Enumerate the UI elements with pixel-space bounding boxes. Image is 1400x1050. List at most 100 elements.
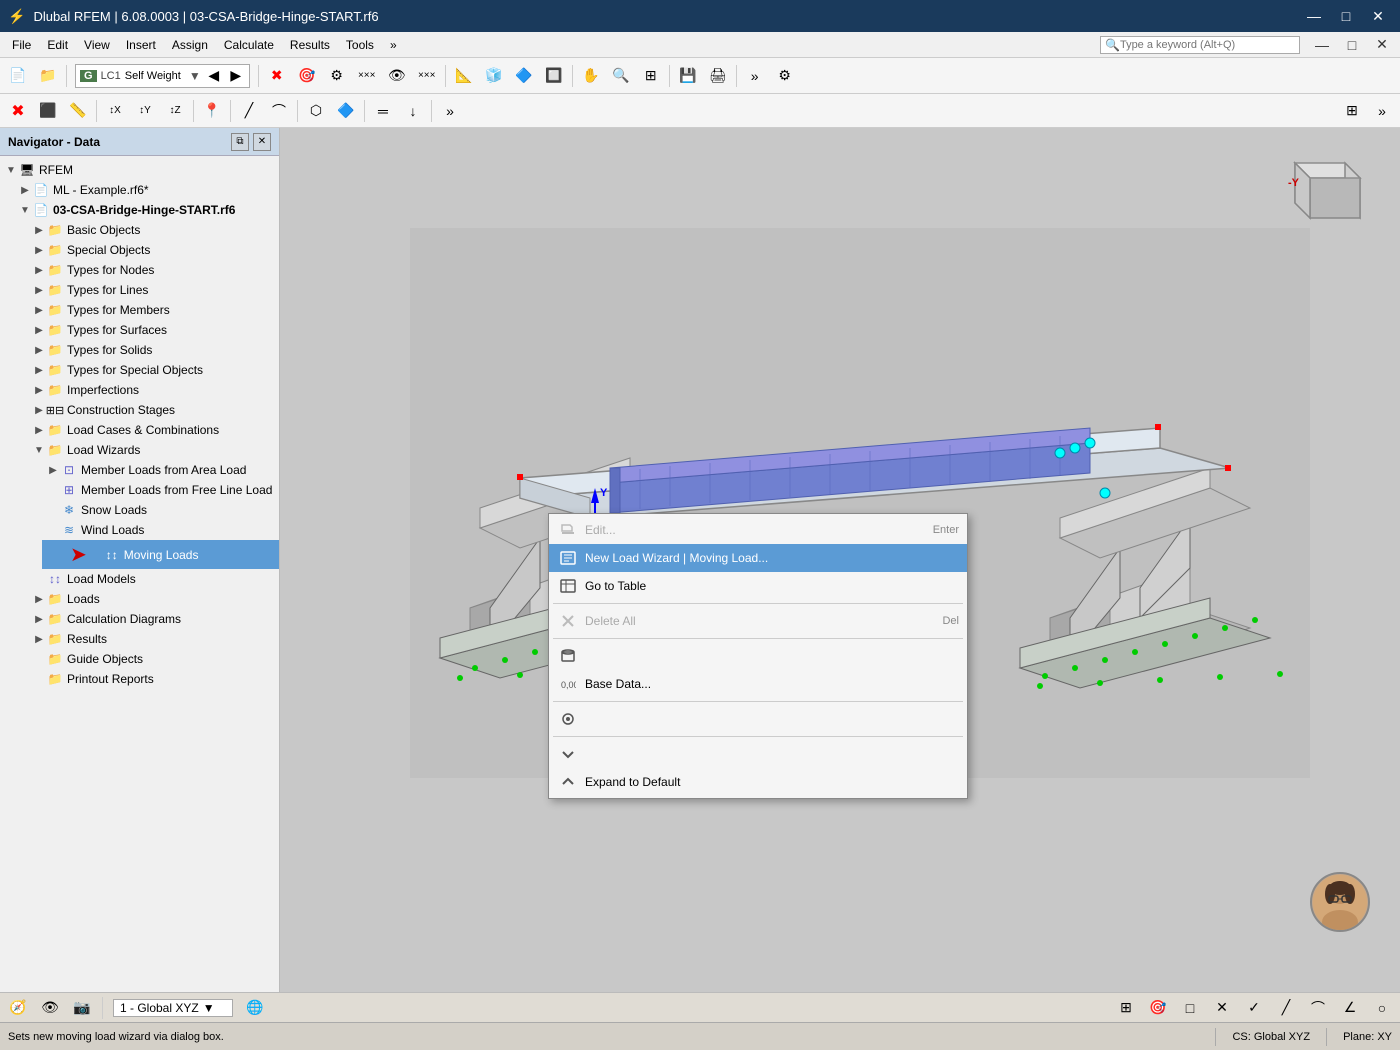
- bottom-coord-btn[interactable]: 🌐: [241, 994, 269, 1022]
- btm-line[interactable]: ╱: [1272, 994, 1300, 1022]
- tb2-node[interactable]: ⬛: [34, 97, 62, 125]
- view-area[interactable]: Y X Z: [280, 128, 1400, 992]
- tb-save[interactable]: 💾: [674, 62, 702, 90]
- tree-item-results[interactable]: ▶ 📁 Results: [28, 629, 279, 649]
- tree-item-types-surfaces[interactable]: ▶ 📁 Types for Surfaces: [28, 320, 279, 340]
- tb-more[interactable]: »: [741, 62, 769, 90]
- tree-item-basic[interactable]: ▶ 📁 Basic Objects: [28, 220, 279, 240]
- close-button[interactable]: ✕: [1364, 5, 1392, 27]
- search-box[interactable]: 🔍: [1100, 36, 1300, 54]
- tb2-z[interactable]: ↕Z: [161, 97, 189, 125]
- ctx-delete-all[interactable]: Delete All Del: [549, 607, 967, 635]
- minimize-button[interactable]: —: [1300, 5, 1328, 27]
- btm-check[interactable]: ✓: [1240, 994, 1268, 1022]
- tb2-x[interactable]: ↕X: [101, 97, 129, 125]
- tree-item-types-lines[interactable]: ▶ 📁 Types for Lines: [28, 280, 279, 300]
- menu-file[interactable]: File: [4, 35, 39, 55]
- tb2-y[interactable]: ↕Y: [131, 97, 159, 125]
- btm-grid[interactable]: ⊞: [1112, 994, 1140, 1022]
- tb-iso[interactable]: 📐: [450, 62, 478, 90]
- tb-wire[interactable]: 🔷: [510, 62, 538, 90]
- tree-item-ml[interactable]: ▶ 📄 ML - Example.rf6*: [14, 180, 279, 200]
- ctx-display-props[interactable]: [549, 705, 967, 733]
- btm-circle[interactable]: ○: [1368, 994, 1396, 1022]
- tree-item-wind-loads[interactable]: ≋ Wind Loads: [42, 520, 279, 540]
- tb-xxx2[interactable]: ×××: [413, 62, 441, 90]
- tb2-line[interactable]: 📏: [64, 97, 92, 125]
- bottom-eye-btn[interactable]: 👁: [36, 994, 64, 1022]
- ctx-goto-table[interactable]: Go to Table: [549, 572, 967, 600]
- tb-print[interactable]: 🖨: [704, 62, 732, 90]
- menu-more[interactable]: »: [382, 35, 405, 55]
- tree-item-snow-loads[interactable]: ❄ Snow Loads: [42, 500, 279, 520]
- bottom-camera-btn[interactable]: 📷: [68, 994, 96, 1022]
- tree-item-guide[interactable]: 📁 Guide Objects: [28, 649, 279, 669]
- tree-item-types-nodes[interactable]: ▶ 📁 Types for Nodes: [28, 260, 279, 280]
- btm-x[interactable]: ✕: [1208, 994, 1236, 1022]
- lc-dropdown-icon[interactable]: ▼: [189, 69, 201, 83]
- coord-dropdown[interactable]: ▼: [203, 1001, 215, 1015]
- lc-prev[interactable]: ◀: [205, 67, 223, 85]
- btm-angle[interactable]: ∠: [1336, 994, 1364, 1022]
- menu-view[interactable]: View: [76, 35, 118, 55]
- sub-maximize[interactable]: □: [1338, 34, 1366, 56]
- tb2-grid[interactable]: ⊞: [1338, 97, 1366, 125]
- tb-cancel[interactable]: ✖: [263, 62, 291, 90]
- tb-eye[interactable]: 👁: [383, 62, 411, 90]
- coord-selector[interactable]: 1 - Global XYZ ▼: [113, 999, 233, 1017]
- tb-settings[interactable]: ⚙: [771, 62, 799, 90]
- ctx-collapse-all[interactable]: Expand to Default: [549, 768, 967, 796]
- lc-selector[interactable]: G LC1 Self Weight ▼ ◀ ▶: [75, 64, 250, 88]
- tb2-curve[interactable]: ⌒: [265, 97, 293, 125]
- tree-item-moving-loads[interactable]: ➤ ↕↕ Moving Loads: [42, 540, 279, 569]
- tb-shade[interactable]: 🔲: [540, 62, 568, 90]
- tb2-line2[interactable]: ╱: [235, 97, 263, 125]
- tree-item-printout[interactable]: 📁 Printout Reports: [28, 669, 279, 689]
- tb2-loads[interactable]: ↓: [399, 97, 427, 125]
- tb-fit[interactable]: ⊞: [637, 62, 665, 90]
- tb2-more2[interactable]: »: [1368, 97, 1396, 125]
- bottom-nav-btn[interactable]: 🧭: [4, 994, 32, 1022]
- open-btn[interactable]: 📁: [34, 62, 62, 90]
- menu-results[interactable]: Results: [282, 35, 338, 55]
- menu-calculate[interactable]: Calculate: [216, 35, 282, 55]
- tb2-surface[interactable]: ⬡: [302, 97, 330, 125]
- lc-next[interactable]: ▶: [227, 67, 245, 85]
- tree-item-types-solids[interactable]: ▶ 📁 Types for Solids: [28, 340, 279, 360]
- tree-item-load-cases[interactable]: ▶ 📁 Load Cases & Combinations: [28, 420, 279, 440]
- tb-render1[interactable]: 🎯: [293, 62, 321, 90]
- menu-tools[interactable]: Tools: [338, 35, 382, 55]
- btm-snap[interactable]: 🎯: [1144, 994, 1172, 1022]
- ctx-new-wizard[interactable]: New Load Wizard | Moving Load...: [549, 544, 967, 572]
- ctx-units[interactable]: 0,00 Base Data...: [549, 670, 967, 698]
- tb2-solid[interactable]: 🔷: [332, 97, 360, 125]
- tb-move[interactable]: ✋: [577, 62, 605, 90]
- tb-zoom[interactable]: 🔍: [607, 62, 635, 90]
- tree-item-imperfections[interactable]: ▶ 📁 Imperfections: [28, 380, 279, 400]
- tree-item-types-special[interactable]: ▶ 📁 Types for Special Objects: [28, 360, 279, 380]
- tree-item-calc-diagrams[interactable]: ▶ 📁 Calculation Diagrams: [28, 609, 279, 629]
- ctx-base-data[interactable]: [549, 642, 967, 670]
- ctx-expand-default[interactable]: [549, 740, 967, 768]
- view-cube[interactable]: -Y: [1270, 148, 1370, 248]
- menu-assign[interactable]: Assign: [164, 35, 216, 55]
- tb-3d[interactable]: 🧊: [480, 62, 508, 90]
- search-input[interactable]: [1120, 39, 1290, 51]
- tree-item-special[interactable]: ▶ 📁 Special Objects: [28, 240, 279, 260]
- tb2-snap[interactable]: 📍: [198, 97, 226, 125]
- new-btn[interactable]: 📄: [4, 62, 32, 90]
- tree-item-loads[interactable]: ▶ 📁 Loads: [28, 589, 279, 609]
- menu-insert[interactable]: Insert: [118, 35, 164, 55]
- menu-edit[interactable]: Edit: [39, 35, 76, 55]
- btm-arc[interactable]: ⌒: [1304, 994, 1332, 1022]
- sub-minimize[interactable]: —: [1308, 34, 1336, 56]
- tree-item-member-loads-area[interactable]: ▶ ⊡ Member Loads from Area Load: [42, 460, 279, 480]
- tb2-more[interactable]: »: [436, 97, 464, 125]
- tree-item-rfem[interactable]: ▼ 🖥 RFEM: [0, 160, 279, 180]
- tb-xxx1[interactable]: ×××: [353, 62, 381, 90]
- sub-close[interactable]: ✕: [1368, 34, 1396, 56]
- tb2-cancel[interactable]: ✖: [4, 97, 32, 125]
- tree-item-load-models[interactable]: ↕↕ Load Models: [28, 569, 279, 589]
- nav-restore[interactable]: ⧉: [231, 133, 249, 151]
- tb2-members[interactable]: ═: [369, 97, 397, 125]
